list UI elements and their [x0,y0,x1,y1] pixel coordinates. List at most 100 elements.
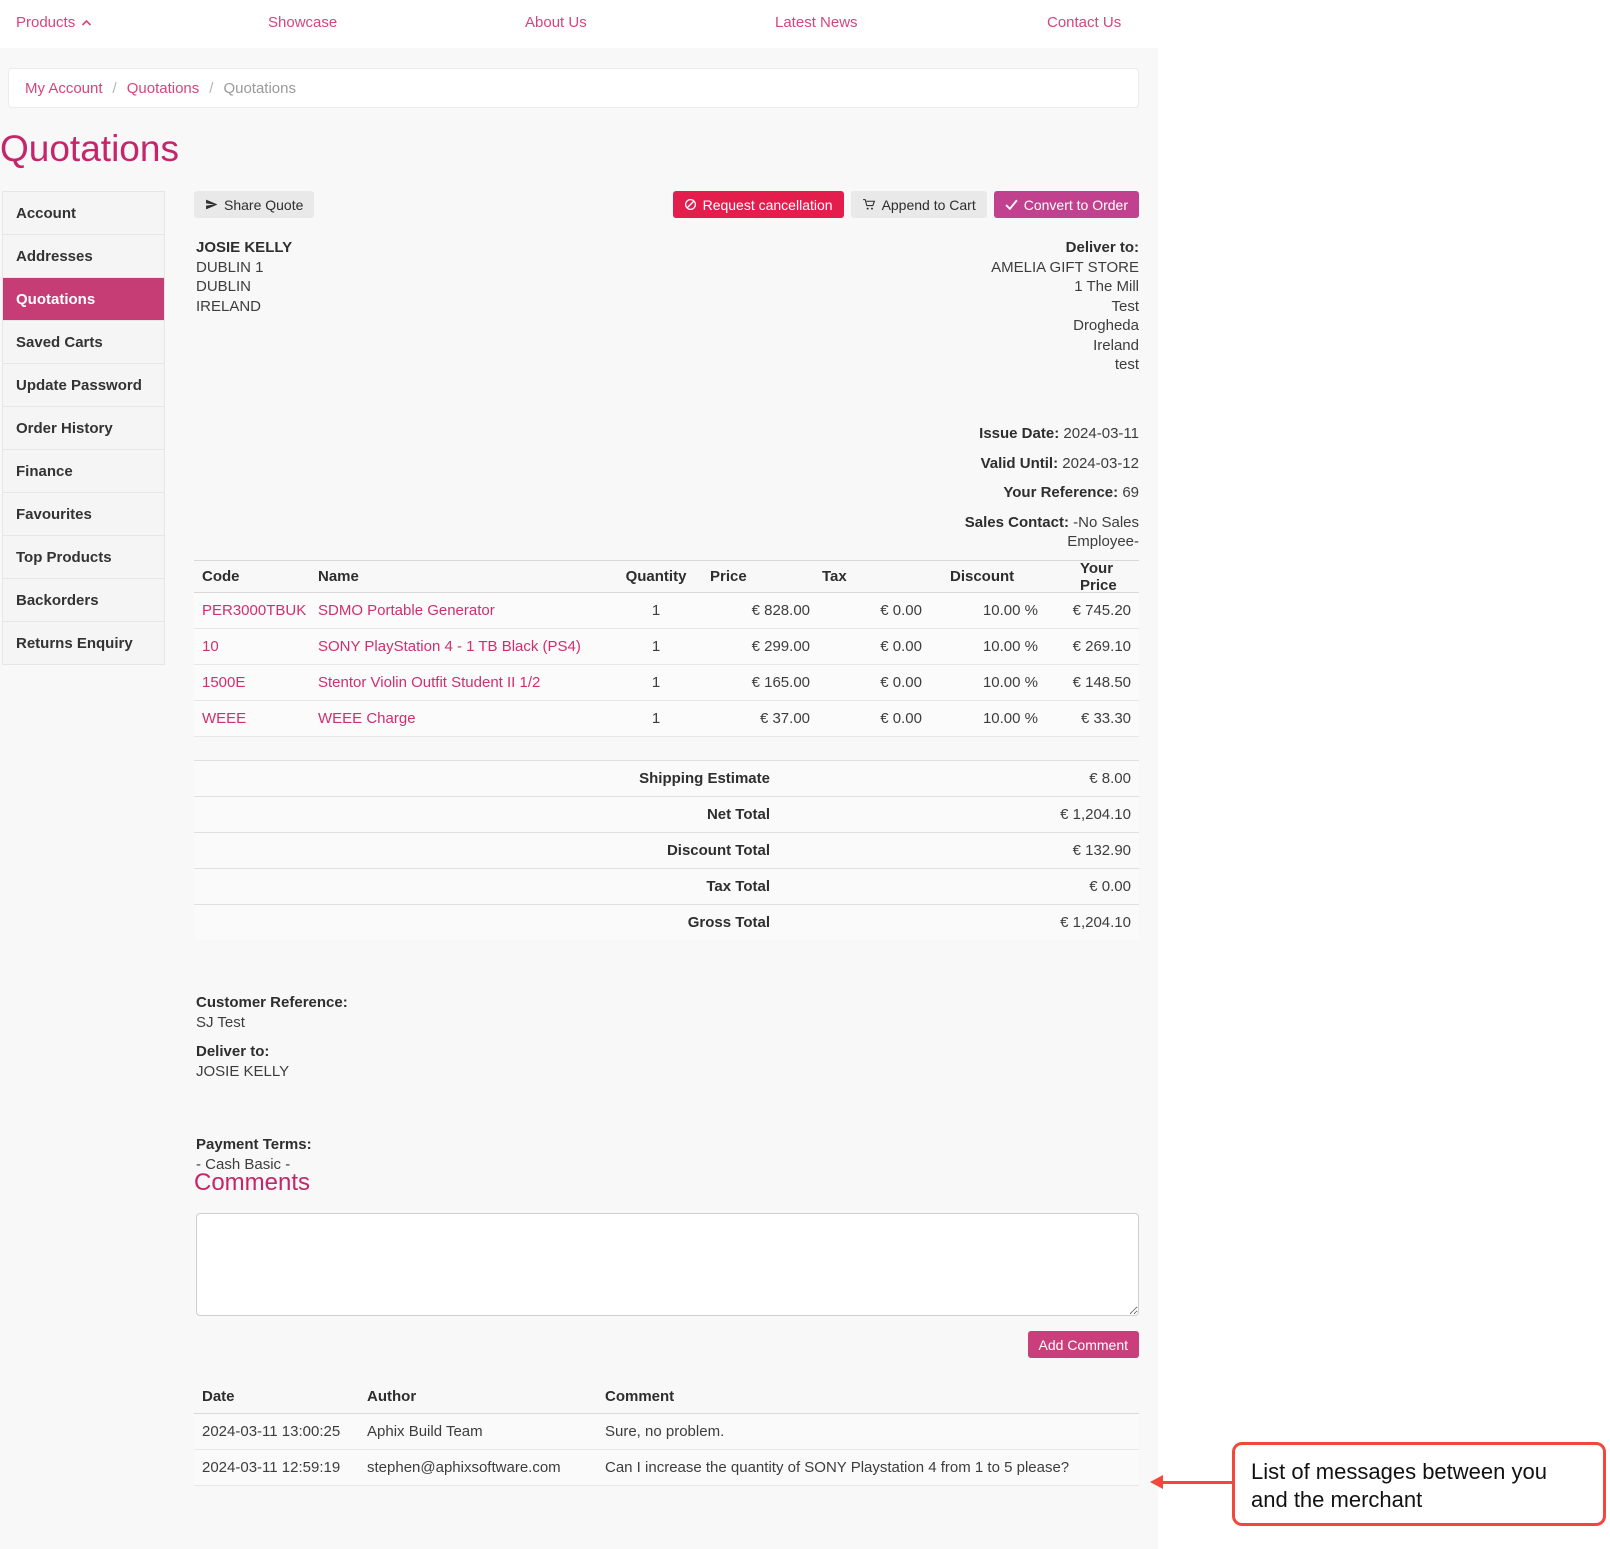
issue-date-value: 2024-03-11 [1063,425,1139,442]
col-name: Name [318,568,614,585]
nav-contact-us[interactable]: Contact Us [1047,14,1121,31]
comment-author: Aphix Build Team [367,1423,605,1440]
nav-latest-news[interactable]: Latest News [775,14,858,31]
item-quantity: 1 [614,602,698,619]
issue-date-label: Issue Date: [979,425,1059,442]
item-code-link[interactable]: 10 [202,638,219,655]
comment-date: 2024-03-11 13:00:25 [194,1423,367,1440]
item-quantity: 1 [614,638,698,655]
col-code: Code [194,568,318,585]
convert-to-order-label: Convert to Order [1024,197,1128,213]
item-your-price: € 33.30 [1038,710,1139,727]
item-discount: 10.00 % [922,710,1038,727]
total-value: € 1,204.10 [770,914,1139,931]
sidebar-item-account[interactable]: Account [3,192,164,235]
sidebar-item-favourites[interactable]: Favourites [3,493,164,536]
col-your-price: Your Price [1038,560,1139,594]
deliver-to-summary: Deliver to: JOSIE KELLY [196,1042,289,1082]
billing-line: DUBLIN [196,277,292,297]
sidebar-item-quotations[interactable]: Quotations [3,278,164,321]
nav-about-us[interactable]: About Us [525,14,587,31]
delivery-line: AMELIA GIFT STORE [991,258,1139,278]
item-discount: 10.00 % [922,638,1038,655]
total-label: Net Total [194,806,770,823]
sidebar-item-order-history[interactable]: Order History [3,407,164,450]
add-comment-button[interactable]: Add Comment [1028,1331,1139,1358]
sidebar-item-backorders[interactable]: Backorders [3,579,164,622]
item-quantity: 1 [614,674,698,691]
item-discount: 10.00 % [922,674,1038,691]
item-code-link[interactable]: 1500E [202,674,245,691]
cancel-circle-icon [684,198,697,211]
comment-row: 2024-03-11 12:59:19 stephen@aphixsoftwar… [194,1450,1139,1486]
item-row: WEEE WEEE Charge 1 € 37.00 € 0.00 10.00 … [194,701,1139,737]
deliver-to-summary-value: JOSIE KELLY [196,1062,289,1082]
total-label: Discount Total [194,842,770,859]
issue-date: Issue Date: 2024-03-11 [959,424,1139,444]
item-name-link[interactable]: WEEE Charge [318,710,416,727]
item-tax: € 0.00 [810,638,922,655]
delivery-address: Deliver to: AMELIA GIFT STORE 1 The Mill… [991,238,1139,375]
delivery-line: 1 The Mill [991,277,1139,297]
sidebar-item-returns-enquiry[interactable]: Returns Enquiry [3,622,164,665]
valid-until-value: 2024-03-12 [1062,455,1139,472]
append-to-cart-button[interactable]: Append to Cart [851,191,987,218]
sales-contact-label: Sales Contact: [965,514,1069,531]
nav-showcase[interactable]: Showcase [268,14,337,31]
item-discount: 10.00 % [922,602,1038,619]
billing-line: DUBLIN 1 [196,258,292,278]
totals-table: Shipping Estimate € 8.00 Net Total € 1,2… [194,760,1139,940]
convert-to-order-button[interactable]: Convert to Order [994,191,1139,218]
total-value: € 0.00 [770,878,1139,895]
deliver-to-summary-label: Deliver to: [196,1042,289,1062]
quote-actions: Share Quote Request cancellation Append … [194,191,1139,218]
request-cancellation-label: Request cancellation [703,197,833,213]
chevron-up-icon [81,14,92,31]
request-cancellation-button[interactable]: Request cancellation [673,191,844,218]
item-row: PER3000TBUK SDMO Portable Generator 1 € … [194,593,1139,629]
annotation-callout: List of messages between you and the mer… [1232,1442,1606,1526]
total-row-net: Net Total € 1,204.10 [194,796,1139,832]
item-name-link[interactable]: Stentor Violin Outfit Student II 1/2 [318,674,540,691]
col-discount: Discount [922,568,1038,585]
breadcrumb-my-account[interactable]: My Account [25,80,103,97]
item-price: € 165.00 [698,674,810,691]
total-row-gross: Gross Total € 1,204.10 [194,904,1139,940]
total-value: € 1,204.10 [770,806,1139,823]
quotation-detail: Share Quote Request cancellation Append … [194,191,1139,1536]
sidebar-item-update-password[interactable]: Update Password [3,364,164,407]
comment-input[interactable] [196,1213,1139,1316]
billing-name: JOSIE KELLY [196,238,292,258]
delivery-line: Drogheda [991,316,1139,336]
add-comment-label: Add Comment [1039,1337,1128,1353]
item-tax: € 0.00 [810,674,922,691]
nav-products[interactable]: Products [16,14,92,31]
comment-text: Sure, no problem. [605,1423,1139,1440]
item-your-price: € 745.20 [1038,602,1139,619]
comments-table-header: Date Author Comment [194,1380,1139,1414]
customer-reference-value: SJ Test [196,1013,348,1033]
valid-until-label: Valid Until: [981,455,1059,472]
col-comment: Comment [605,1388,1139,1405]
col-quantity: Quantity [614,568,698,585]
account-sidebar: Account Addresses Quotations Saved Carts… [2,191,165,665]
sidebar-item-addresses[interactable]: Addresses [3,235,164,278]
item-code-link[interactable]: PER3000TBUK [202,602,306,619]
sidebar-item-saved-carts[interactable]: Saved Carts [3,321,164,364]
page-title: Quotations [0,128,179,170]
item-your-price: € 269.10 [1038,638,1139,655]
total-label: Gross Total [194,914,770,931]
quotation-page: Products Showcase About Us Latest News C… [0,0,1610,1549]
send-icon [205,198,218,211]
item-code-link[interactable]: WEEE [202,710,246,727]
sidebar-item-top-products[interactable]: Top Products [3,536,164,579]
item-name-link[interactable]: SONY PlayStation 4 - 1 TB Black (PS4) [318,638,581,655]
item-name-link[interactable]: SDMO Portable Generator [318,602,495,619]
your-reference-value: 69 [1122,484,1139,501]
comments-table: Date Author Comment 2024-03-11 13:00:25 … [194,1380,1139,1486]
sidebar-item-finance[interactable]: Finance [3,450,164,493]
quote-items-table: Code Name Quantity Price Tax Discount Yo… [194,560,1139,737]
breadcrumb-quotations[interactable]: Quotations [127,80,200,97]
delivery-line: Ireland [991,336,1139,356]
share-quote-button[interactable]: Share Quote [194,191,314,218]
